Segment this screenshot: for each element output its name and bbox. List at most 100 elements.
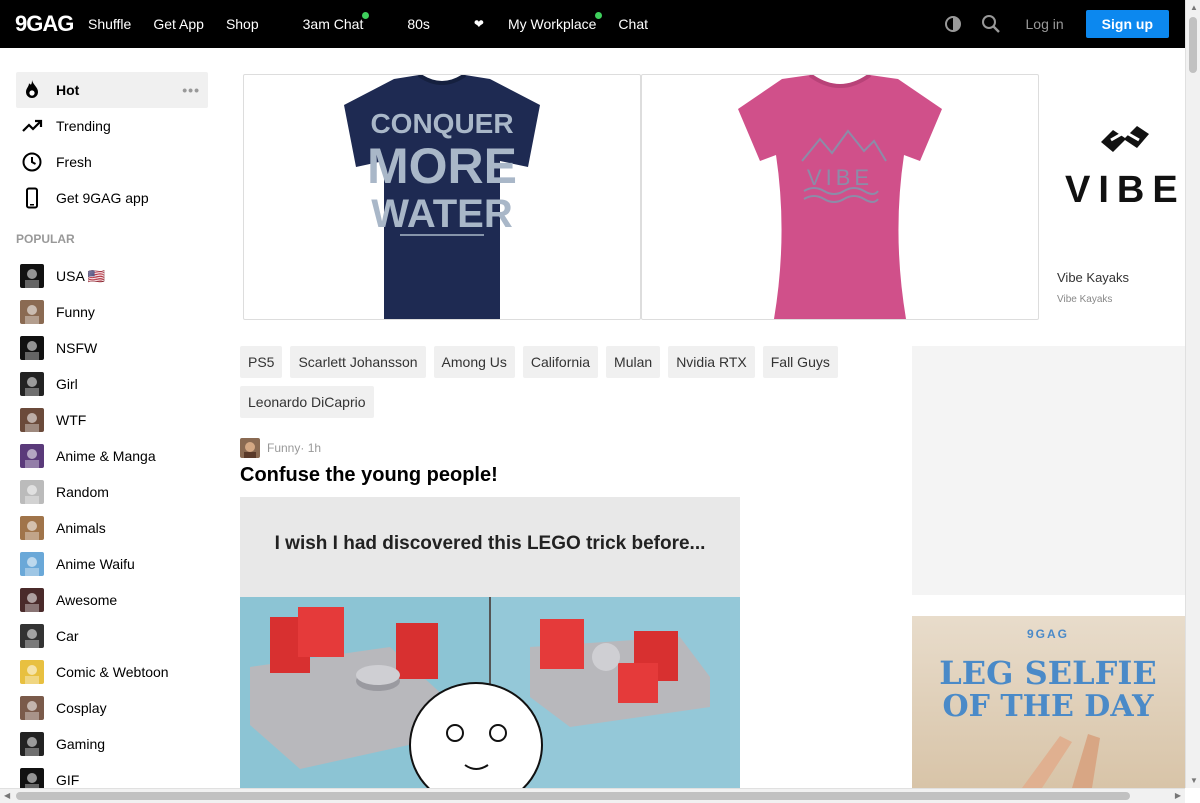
tag-among-us[interactable]: Among Us	[433, 346, 515, 378]
nsfw-icon	[20, 336, 44, 360]
navy-tshirt-image: CONQUER MORE WATER	[344, 75, 540, 319]
random-icon	[20, 480, 44, 504]
nav-item-icon-5[interactable]	[374, 0, 396, 48]
sidebar-item-label: Get 9GAG app	[56, 190, 149, 206]
sidebar-item-label: Trending	[56, 118, 111, 134]
nav-item-80s[interactable]: 80s	[396, 0, 441, 48]
ad-brand-panel[interactable]: VIBE Vibe Kayaks Vibe Kayaks ▷	[1055, 74, 1195, 320]
nav-item-icon-8[interactable]: ❤	[463, 0, 497, 48]
comic-webtoon-icon	[20, 660, 44, 684]
sidebar-item-label: Awesome	[56, 592, 118, 608]
ad-brand-name[interactable]: Vibe Kayaks	[1057, 270, 1129, 285]
vertical-scrollbar[interactable]: ▲ ▼	[1185, 0, 1200, 788]
vertical-scroll-thumb[interactable]	[1189, 17, 1197, 73]
popular-heading: POPULAR	[16, 232, 75, 246]
horizontal-scrollbar[interactable]: ◀ ▶	[0, 788, 1185, 803]
leg-selfie-promo[interactable]: 9GAG LEG SELFIE OF THE DAY	[912, 616, 1185, 788]
nav-item-shop[interactable]: Shop	[215, 0, 270, 48]
dark-mode-toggle[interactable]	[934, 0, 972, 48]
sidebar-item-label: Car	[56, 628, 79, 644]
nav-item-label: Get App	[153, 16, 204, 32]
sidebar-popular: USA 🇺🇸 Funny NSFW Girl WTF Anime & Manga Rando…	[16, 258, 208, 798]
sidebar-item-trending[interactable]: Trending	[16, 108, 208, 144]
ad-product-navy-shirt[interactable]: CONQUER MORE WATER	[243, 74, 641, 320]
trending-icon	[20, 114, 44, 138]
online-dot-icon	[362, 12, 370, 19]
half-moon-icon	[944, 16, 961, 32]
lego-meme-image: I wish I had discovered this LEGO trick …	[240, 497, 740, 788]
tag-scarlett-johansson[interactable]: Scarlett Johansson	[290, 346, 426, 378]
tag-mulan[interactable]: Mulan	[606, 346, 661, 378]
sidebar-item-funny[interactable]: Funny	[16, 294, 208, 330]
cosplay-icon	[20, 696, 44, 720]
sidebar-item-random[interactable]: Random	[16, 474, 208, 510]
funny-icon	[20, 300, 44, 324]
ad-product-pink-shirt[interactable]: VIBE	[641, 74, 1039, 320]
post-image[interactable]: I wish I had discovered this LEGO trick …	[240, 497, 740, 788]
nav-item-label: Shop	[225, 16, 259, 32]
vibe-logo-text: VIBE	[1065, 169, 1186, 211]
sidebar-item-girl[interactable]: Girl	[16, 366, 208, 402]
nav-item-get-app[interactable]: Get App	[142, 0, 215, 48]
9gag-logo[interactable]: 9GAG	[15, 11, 74, 37]
sidebar-item-usa[interactable]: USA 🇺🇸	[16, 258, 208, 294]
login-link[interactable]: Log in	[1026, 16, 1064, 32]
sidebar-item-car[interactable]: Car	[16, 618, 208, 654]
girl-icon	[20, 372, 44, 396]
awesome-icon	[20, 588, 44, 612]
sidebar-item-get-9gag-app[interactable]: Get 9GAG app	[16, 180, 208, 216]
sidebar-item-label: Hot	[56, 82, 80, 98]
nav-item-icon-7[interactable]	[441, 0, 463, 48]
search-button[interactable]	[972, 0, 1010, 48]
post-title[interactable]: Confuse the young people!	[240, 464, 498, 487]
sidebar-item-comic-webtoon[interactable]: Comic & Webtoon	[16, 654, 208, 690]
shirt-text-line-3: WATER	[371, 192, 513, 236]
sidebar-item-cosplay[interactable]: Cosplay	[16, 690, 208, 726]
tag-fall-guys[interactable]: Fall Guys	[762, 346, 838, 378]
tag-california[interactable]: California	[522, 346, 599, 378]
sidebar-item-gaming[interactable]: Gaming	[16, 726, 208, 762]
top-navigation-bar: 9GAG Shuffle Get App Shop 3am Chat 80s ❤ My Wo…	[0, 0, 1200, 48]
signup-button[interactable]: Sign up	[1085, 10, 1169, 38]
sidebar-item-label: Random	[56, 484, 109, 500]
nav-item-label: Shuffle	[88, 16, 132, 32]
meme-caption: I wish I had discovered this LEGO trick …	[275, 533, 706, 554]
sidebar-item-animals[interactable]: Animals	[16, 510, 208, 546]
sidebar-item-label: GIF	[56, 772, 80, 788]
post-section-link[interactable]: Funny	[267, 441, 300, 455]
sidebar-item-label: Animals	[56, 520, 106, 536]
sponsored-banner: CONQUER MORE WATER VIBE VIBE Vibe Kayaks…	[243, 74, 1193, 320]
sidebar-item-fresh[interactable]: Fresh	[16, 144, 208, 180]
more-options-icon[interactable]: •••	[182, 82, 200, 98]
shirt-text-line-1: CONQUER	[370, 108, 513, 139]
gaming-icon	[20, 732, 44, 756]
tag-ps5[interactable]: PS5	[240, 346, 283, 378]
promo-brand: 9GAG	[1027, 627, 1069, 641]
tag-nvidia-rtx[interactable]: Nvidia RTX	[668, 346, 755, 378]
right-ad-placeholder[interactable]	[912, 346, 1185, 595]
nav-item-shuffle[interactable]: Shuffle	[88, 0, 142, 48]
sidebar-item-wtf[interactable]: WTF	[16, 402, 208, 438]
sidebar: Hot ••• Trending Fresh Get 9GAG app POPULAR …	[16, 72, 208, 798]
nav-item-icon-3[interactable]	[270, 0, 292, 48]
horizontal-scroll-thumb[interactable]	[16, 792, 1130, 800]
ad-brand-subtitle: Vibe Kayaks	[1057, 294, 1113, 305]
nav-item-chat[interactable]: Chat	[607, 0, 659, 48]
car-icon	[20, 624, 44, 648]
sidebar-item-anime-manga[interactable]: Anime & Manga	[16, 438, 208, 474]
promo-headline-1: LEG SELFIE	[939, 654, 1156, 692]
sidebar-item-awesome[interactable]: Awesome	[16, 582, 208, 618]
nav-item-3am-chat[interactable]: 3am Chat	[292, 0, 375, 48]
online-dot-icon	[595, 12, 603, 19]
section-avatar[interactable]	[240, 438, 260, 458]
sidebar-item-nsfw[interactable]: NSFW	[16, 330, 208, 366]
tag-leonardo-dicaprio[interactable]: Leonardo DiCaprio	[240, 386, 374, 418]
sidebar-primary: Hot ••• Trending Fresh Get 9GAG app	[16, 72, 208, 216]
sidebar-item-label: Anime Waifu	[56, 556, 135, 572]
sidebar-item-hot[interactable]: Hot •••	[16, 72, 208, 108]
vibe-logo-mark: VIBE	[1065, 126, 1186, 211]
sidebar-item-anime-waifu[interactable]: Anime Waifu	[16, 546, 208, 582]
animals-icon	[20, 516, 44, 540]
nav-item-my-workplace[interactable]: My Workplace	[497, 0, 607, 48]
sidebar-item-label: Girl	[56, 376, 78, 392]
